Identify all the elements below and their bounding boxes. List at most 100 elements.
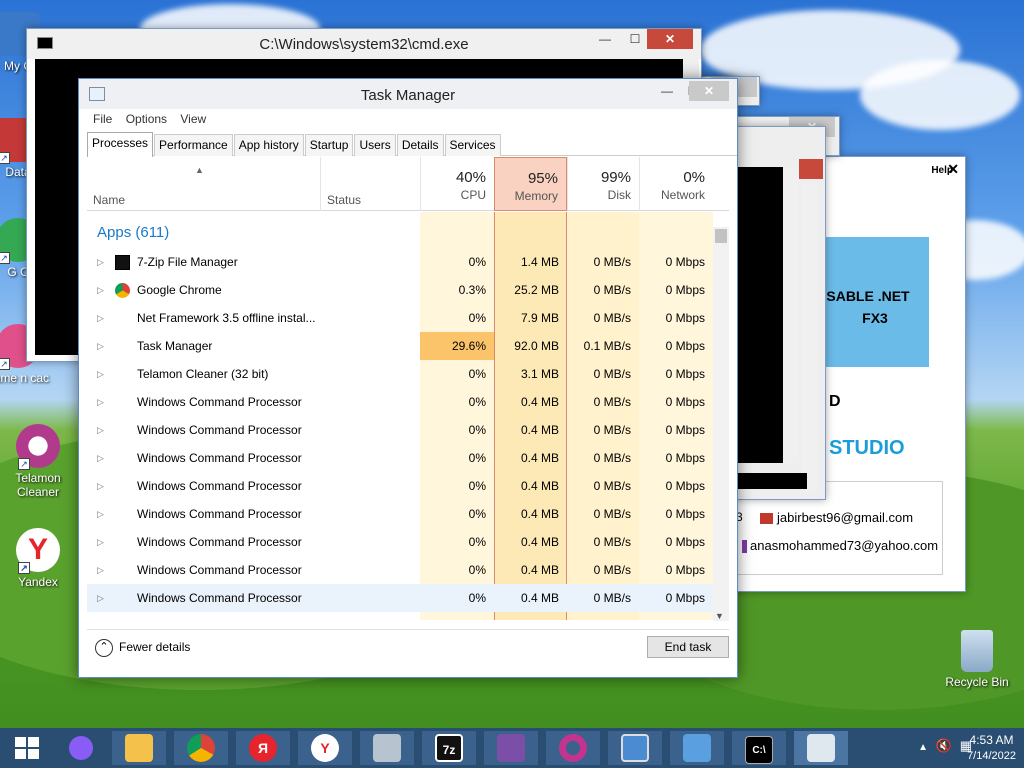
- scrollbar[interactable]: [801, 183, 817, 493]
- memory-cell: 0.4 MB: [520, 591, 559, 605]
- taskbar-photos[interactable]: [608, 731, 662, 765]
- titlebar[interactable]: Task Manager — ☐ ✕: [79, 79, 737, 109]
- disk-cell: 0 MB/s: [593, 479, 631, 493]
- close-icon[interactable]: [799, 159, 823, 179]
- desktop-icon-yandex[interactable]: Y ↗ Yandex: [2, 528, 74, 589]
- scroll-thumb[interactable]: [715, 229, 727, 243]
- tab-processes[interactable]: Processes: [87, 132, 154, 157]
- process-name: Windows Command Processor: [137, 395, 302, 409]
- table-row[interactable]: ▷ Telamon Cleaner (32 bit) 0% 3.1 MB 0 MB/s 0…: [87, 360, 713, 388]
- table-row[interactable]: ▷ Windows Command Processor 0% 0.4 MB 0 MB/s…: [87, 444, 713, 472]
- taskbar-telamon[interactable]: [546, 731, 600, 765]
- cmd-titlebar[interactable]: C:\Windows\system32\cmd.exe — ☐ ✕: [27, 29, 701, 59]
- column-header: ▲ Name Status 40% CPU 95% Memory 99% Dis…: [87, 157, 729, 211]
- cpu-cell: 0%: [468, 255, 486, 269]
- group-header[interactable]: Apps (611): [87, 212, 713, 248]
- table-row[interactable]: ▷ Windows Command Processor 0% 0.4 MB 0 MB/s…: [87, 472, 713, 500]
- task-manager-window[interactable]: Task Manager — ☐ ✕ File Options View Pro…: [78, 78, 738, 678]
- taskbar-yandex[interactable]: Y: [298, 731, 352, 765]
- column-memory[interactable]: 95% Memory: [494, 157, 567, 211]
- table-row[interactable]: ▷ Windows Command Processor 0% 0.4 MB 0 MB/s…: [87, 500, 713, 528]
- column-disk[interactable]: 99% Disk: [567, 157, 639, 211]
- expand-arrow-icon[interactable]: ▷: [97, 276, 104, 304]
- scroll-down-icon[interactable]: ▼: [715, 611, 724, 621]
- expand-arrow-icon[interactable]: ▷: [97, 304, 104, 332]
- taskbar-control-panel[interactable]: [670, 731, 724, 765]
- minimize-icon[interactable]: —: [595, 29, 615, 49]
- table-row[interactable]: ▷ Net Framework 3.5 offline instal... 0% 7.…: [87, 304, 713, 332]
- cpu-cell: 0%: [468, 563, 486, 577]
- close-icon[interactable]: ✕: [647, 29, 693, 49]
- close-icon[interactable]: ✕: [689, 81, 729, 101]
- clock[interactable]: 4:53 AM 7/14/2022: [967, 732, 1016, 764]
- taskbar-yandex-browser[interactable]: Я: [236, 731, 290, 765]
- start-button[interactable]: [0, 731, 54, 765]
- memory-cell: 0.4 MB: [520, 479, 559, 493]
- expand-arrow-icon[interactable]: ▷: [97, 416, 104, 444]
- taskbar-net-installer[interactable]: [484, 731, 538, 765]
- tab-services[interactable]: Services: [444, 134, 501, 156]
- alice-assistant-button[interactable]: [54, 731, 108, 765]
- network-cell: 0 Mbps: [665, 507, 705, 521]
- process-name: Windows Command Processor: [137, 451, 302, 465]
- table-row[interactable]: ▷ Google Chrome 0.3% 25.2 MB 0 MB/s 0 Mbps: [87, 276, 713, 304]
- maximize-icon[interactable]: ☐: [625, 29, 645, 49]
- close-icon[interactable]: ✕: [947, 161, 959, 178]
- memory-cell: 0.4 MB: [520, 535, 559, 549]
- tab-users[interactable]: Users: [354, 134, 396, 156]
- table-row[interactable]: ▷ Windows Command Processor 0% 0.4 MB 0 MB/s…: [87, 416, 713, 444]
- expand-arrow-icon[interactable]: ▷: [97, 360, 104, 388]
- taskbar-task-manager[interactable]: [794, 731, 848, 765]
- expand-arrow-icon[interactable]: ▷: [97, 388, 104, 416]
- table-row[interactable]: ▷ Windows Command Processor 0% 0.4 MB 0 MB/s…: [87, 584, 713, 612]
- scrollbar[interactable]: [783, 167, 799, 463]
- column-cpu[interactable]: 40% CPU: [420, 157, 494, 211]
- tab-app-history[interactable]: App history: [233, 134, 304, 156]
- minimize-icon[interactable]: —: [657, 81, 677, 101]
- memory-cell: 1.4 MB: [520, 255, 559, 269]
- tab-startup[interactable]: Startup: [304, 134, 354, 156]
- taskbar-file-explorer[interactable]: [112, 731, 166, 765]
- cpu-cell: 0%: [468, 451, 486, 465]
- menu-options[interactable]: Options: [126, 112, 167, 126]
- end-task-button[interactable]: End task: [647, 636, 729, 658]
- table-row[interactable]: ▷ Windows Command Processor 0% 0.4 MB 0 MB/s…: [87, 556, 713, 584]
- tab-strip: Processes Performance App history Startu…: [87, 132, 737, 157]
- table-row[interactable]: ▷ Windows Command Processor 0% 0.4 MB 0 MB/s…: [87, 388, 713, 416]
- desktop-icon-recycle-bin[interactable]: Recycle Bin: [938, 630, 1016, 689]
- cpu-cell: 0%: [468, 423, 486, 437]
- column-name[interactable]: Name: [93, 193, 125, 207]
- table-row[interactable]: ▷ Task Manager 29.6% 92.0 MB 0.1 MB/s 0 Mbps: [87, 332, 713, 360]
- network-cell: 0 Mbps: [665, 367, 705, 381]
- expand-arrow-icon[interactable]: ▷: [97, 332, 104, 360]
- taskbar-installer[interactable]: [360, 731, 414, 765]
- tab-details[interactable]: Details: [396, 134, 444, 156]
- taskbar-chrome[interactable]: [174, 731, 228, 765]
- installer-icon: [373, 734, 401, 762]
- expand-arrow-icon[interactable]: ▷: [97, 248, 104, 276]
- fewer-details-button[interactable]: ⌃ Fewer details: [95, 637, 190, 657]
- expand-arrow-icon[interactable]: ▷: [97, 444, 104, 472]
- expand-arrow-icon[interactable]: ▷: [97, 472, 104, 500]
- cpu-cell: 29.6%: [420, 332, 494, 360]
- column-status[interactable]: Status: [320, 157, 420, 211]
- taskbar-7zip[interactable]: 7z: [422, 731, 476, 765]
- taskbar-cmd[interactable]: C:\: [732, 731, 786, 765]
- expand-arrow-icon[interactable]: ▷: [97, 556, 104, 584]
- desktop-icon-telamon-cleaner[interactable]: ↗ Telamon Cleaner: [2, 424, 74, 499]
- expand-arrow-icon[interactable]: ▷: [97, 528, 104, 556]
- table-row[interactable]: ▷ Windows Command Processor 0% 0.4 MB 0 MB/s…: [87, 528, 713, 556]
- vertical-scrollbar[interactable]: ▼: [713, 227, 729, 621]
- show-hidden-icons-icon[interactable]: ▲: [918, 740, 928, 756]
- expand-arrow-icon[interactable]: ▷: [97, 500, 104, 528]
- menu-view[interactable]: View: [180, 112, 206, 126]
- tab-performance[interactable]: Performance: [154, 134, 233, 156]
- sort-arrow-icon: ▲: [195, 165, 204, 175]
- expand-arrow-icon[interactable]: ▷: [97, 584, 104, 612]
- disk-cell: 0 MB/s: [593, 255, 631, 269]
- menu-file[interactable]: File: [93, 112, 112, 126]
- volume-muted-icon[interactable]: 🔇: [936, 738, 952, 754]
- network-cell: 0 Mbps: [665, 535, 705, 549]
- table-row[interactable]: ▷ 7-Zip File Manager 0% 1.4 MB 0 MB/s 0 Mbps: [87, 248, 713, 276]
- column-network[interactable]: 0% Network: [639, 157, 713, 211]
